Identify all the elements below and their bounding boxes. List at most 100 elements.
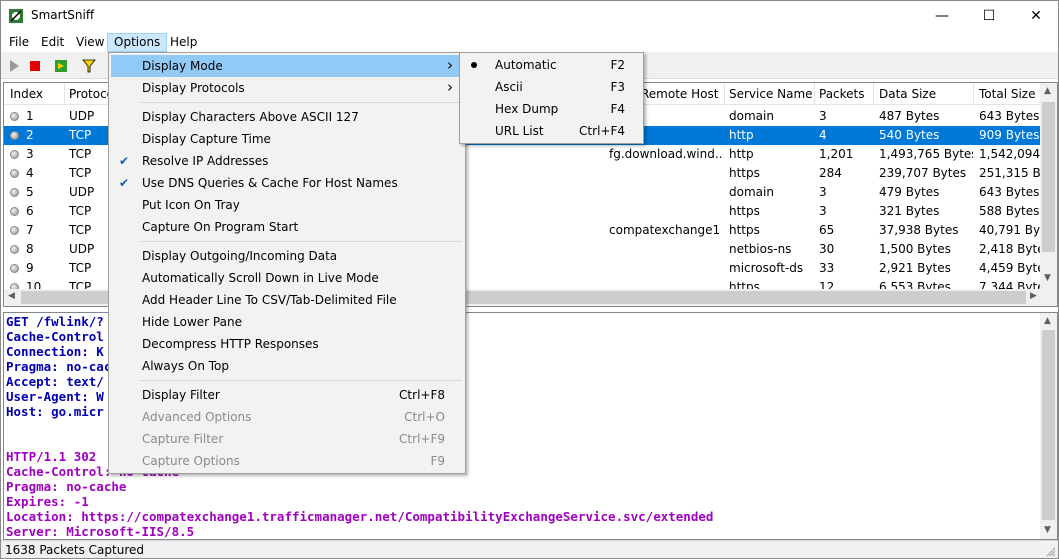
app-window: SmartSniff — ☐ ✕ File Edit View Options … — [0, 0, 1059, 559]
request-header-line: Accept: text/ — [6, 374, 104, 389]
col-packets[interactable]: Packets — [819, 87, 865, 101]
connection-status-icon — [10, 226, 19, 235]
request-header-line: GET /fwlink/? — [6, 314, 104, 329]
cell-service: domain — [729, 185, 774, 199]
connection-status-icon — [10, 169, 19, 178]
cell-total-size: 588 Bytes — [979, 204, 1040, 218]
menu-item-label: Always On Top — [142, 359, 229, 373]
menu-item-automatically-scroll-down-in-live-mode[interactable]: Automatically Scroll Down in Live Mode — [111, 267, 463, 289]
col-divider[interactable] — [873, 83, 874, 105]
menu-item-display-protocols[interactable]: Display Protocols › — [111, 77, 463, 99]
cell-packets: 30 — [819, 242, 835, 256]
col-divider[interactable] — [724, 83, 725, 105]
cell-index: 7 — [26, 223, 34, 237]
scrollbar-thumb[interactable] — [1042, 102, 1055, 252]
menu-item-label: Advanced Options — [142, 410, 252, 424]
menu-item-capture-on-program-start[interactable]: Capture On Program Start — [111, 216, 463, 238]
menu-item-shortcut: Ctrl+F8 — [399, 388, 445, 402]
cell-data-size: 487 Bytes — [879, 109, 940, 123]
connection-status-icon — [10, 188, 19, 197]
packets-captured-count: 1638 Packets Captured — [5, 543, 145, 557]
col-divider[interactable] — [973, 83, 974, 105]
menu-item-display-capture-time[interactable]: Display Capture Time — [111, 128, 463, 150]
menu-item-hide-lower-pane[interactable]: Hide Lower Pane — [111, 311, 463, 333]
cell-packets: 3 — [819, 109, 827, 123]
col-index[interactable]: Index — [10, 87, 43, 101]
menu-item-resolve-ip-addresses[interactable]: ✔ Resolve IP Addresses — [111, 150, 463, 172]
menu-item-put-icon-on-tray[interactable]: Put Icon On Tray — [111, 194, 463, 216]
content-vertical-scrollbar[interactable]: ▲ ▼ — [1040, 313, 1057, 539]
menu-item-use-dns-queries-cache-for-host-names[interactable]: ✔ Use DNS Queries & Cache For Host Names — [111, 172, 463, 194]
menu-item-advanced-options[interactable]: Advanced Options Ctrl+O — [111, 406, 463, 428]
menu-item-always-on-top[interactable]: Always On Top — [111, 355, 463, 377]
table-vertical-scrollbar[interactable]: ▲ ▼ — [1040, 83, 1057, 289]
cell-data-size: 479 Bytes — [879, 185, 940, 199]
cell-service: https — [729, 166, 760, 180]
menu-item-shortcut: Ctrl+F4 — [579, 124, 625, 138]
cell-data-size: 2,921 Bytes — [879, 261, 951, 275]
col-data-size[interactable]: Data Size — [879, 87, 936, 101]
menu-view[interactable]: View — [70, 33, 110, 52]
connection-status-icon — [10, 131, 19, 140]
menu-item-capture-options[interactable]: Capture Options F9 — [111, 450, 463, 472]
col-total-size[interactable]: Total Size — [979, 87, 1035, 101]
cell-index: 1 — [26, 109, 34, 123]
menu-bar: File Edit View Options Help — [1, 32, 1058, 52]
request-header-line: Connection: K — [6, 344, 104, 359]
menu-item-decompress-http-responses[interactable]: Decompress HTTP Responses — [111, 333, 463, 355]
cell-service: http — [729, 147, 754, 161]
display-mode-submenu: Automatic F2 Ascii F3 Hex Dump F4 URL List Ctrl… — [459, 52, 644, 144]
submenu-item-ascii[interactable]: Ascii F3 — [462, 76, 641, 98]
menu-item-display-filter[interactable]: Display Filter Ctrl+F8 — [111, 384, 463, 406]
menu-item-display-mode[interactable]: Display Mode › — [111, 55, 463, 77]
menu-item-shortcut: F3 — [610, 80, 625, 94]
col-service-name[interactable]: Service Name — [729, 87, 813, 101]
filter-icon[interactable] — [81, 58, 97, 74]
col-divider[interactable] — [814, 83, 815, 105]
cell-packets: 3 — [819, 185, 827, 199]
menu-item-label: Display Mode — [142, 59, 223, 73]
cell-total-size: 2,418 Bytes — [979, 242, 1041, 256]
menu-item-label: Decompress HTTP Responses — [142, 337, 319, 351]
cell-index: 9 — [26, 261, 34, 275]
menu-file[interactable]: File — [3, 33, 35, 52]
maximize-button[interactable]: ☐ — [966, 1, 1012, 31]
menu-item-label: Display Outgoing/Incoming Data — [142, 249, 338, 263]
menu-edit[interactable]: Edit — [35, 33, 70, 52]
menu-item-display-characters-above-ascii-127[interactable]: Display Characters Above ASCII 127 — [111, 106, 463, 128]
col-remote-host[interactable]: Remote Host — [641, 87, 718, 101]
close-button[interactable]: ✕ — [1013, 1, 1058, 31]
submenu-arrow-icon: › — [447, 56, 453, 74]
cell-index: 6 — [26, 204, 34, 218]
menu-item-label: Hide Lower Pane — [142, 315, 242, 329]
menu-item-label: Capture Filter — [142, 432, 224, 446]
status-bar: 1638 Packets Captured — [1, 540, 1058, 558]
cell-total-size: 643 Bytes — [979, 185, 1040, 199]
menu-item-label: Ascii — [495, 80, 523, 94]
request-header-line: Host: go.micr — [6, 404, 104, 419]
refresh-icon[interactable] — [53, 58, 69, 74]
cell-service: http — [729, 128, 754, 142]
submenu-item-hex-dump[interactable]: Hex Dump F4 — [462, 98, 641, 120]
menu-item-capture-filter[interactable]: Capture Filter Ctrl+F9 — [111, 428, 463, 450]
response-header-line: Location: https://compatexchange1.traffi… — [6, 509, 714, 524]
stop-capture-icon[interactable] — [27, 58, 43, 74]
title-bar[interactable]: SmartSniff — ☐ ✕ — [1, 1, 1058, 32]
request-header-line: Cache-Control — [6, 329, 104, 344]
cell-service: https — [729, 223, 760, 237]
menu-help[interactable]: Help — [164, 33, 203, 52]
scrollbar-thumb[interactable] — [1042, 330, 1055, 520]
cell-service: domain — [729, 109, 774, 123]
connection-status-icon — [10, 245, 19, 254]
response-header-line: Pragma: no-cache — [6, 479, 127, 494]
minimize-button[interactable]: — — [919, 1, 965, 31]
start-capture-icon[interactable] — [6, 58, 22, 74]
submenu-item-automatic[interactable]: Automatic F2 — [462, 54, 641, 76]
resize-grip-icon[interactable] — [1046, 547, 1056, 557]
menu-item-add-header-line-to-csv-tab-delimited-file[interactable]: Add Header Line To CSV/Tab-Delimited Fil… — [111, 289, 463, 311]
submenu-item-url-list[interactable]: URL List Ctrl+F4 — [462, 120, 641, 142]
menu-item-label: URL List — [495, 124, 544, 138]
menu-options[interactable]: Options — [107, 33, 168, 52]
menu-item-display-outgoing-incoming-data[interactable]: Display Outgoing/Incoming Data — [111, 245, 463, 267]
col-divider[interactable] — [64, 83, 65, 105]
